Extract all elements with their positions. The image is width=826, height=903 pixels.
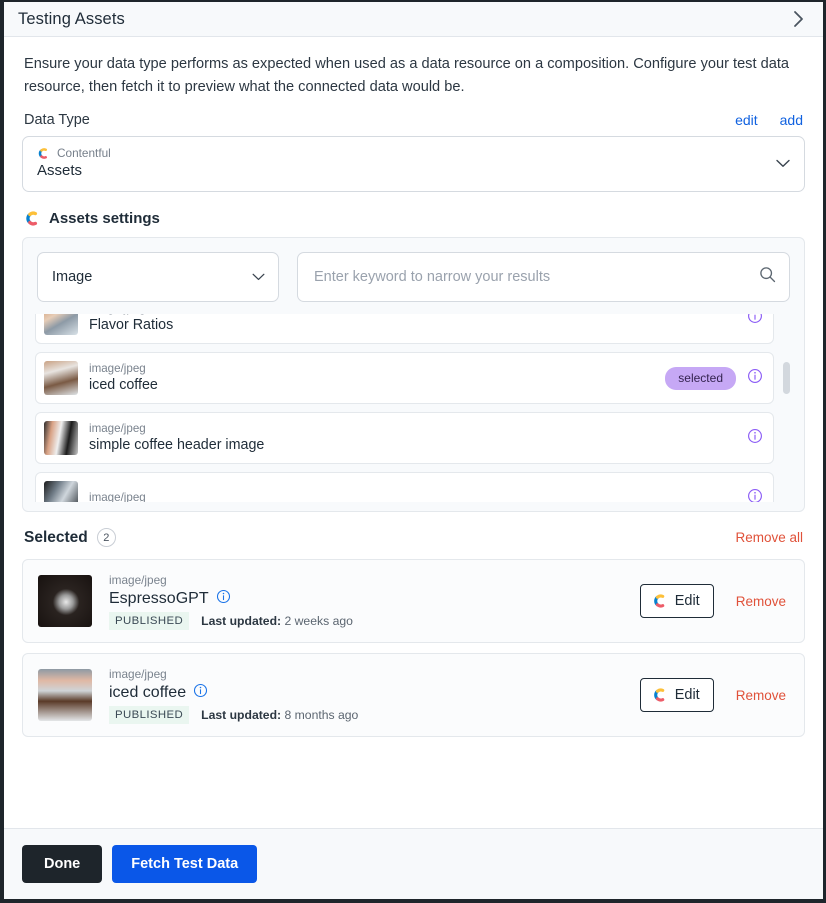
asset-results-list[interactable]: image/jpeg Flavor Ratios <box>35 314 792 503</box>
info-icon[interactable] <box>747 488 763 503</box>
testing-assets-panel: Testing Assets Ensure your data type per… <box>0 0 826 903</box>
chevron-down-icon <box>776 155 790 173</box>
selected-name-row: EspressoGPT <box>109 589 640 609</box>
last-updated-value: 2 weeks ago <box>284 613 353 628</box>
selected-name-row: iced coffee <box>109 683 640 703</box>
info-icon[interactable] <box>747 428 763 449</box>
list-item[interactable]: image/jpeg simple coffee header image <box>35 412 774 465</box>
selected-mime: image/jpeg <box>109 666 167 681</box>
selected-header: Selected 2 Remove all <box>24 528 803 548</box>
asset-name: iced coffee <box>89 377 158 394</box>
info-icon[interactable] <box>747 368 763 389</box>
panel-header: Testing Assets <box>4 2 823 37</box>
selected-count-badge: 2 <box>96 528 116 548</box>
contentful-logo-icon <box>652 687 668 703</box>
last-updated: Last updated: 2 weeks ago <box>201 614 353 628</box>
status-badge: PUBLISHED <box>109 611 190 630</box>
chevron-down-icon <box>252 269 265 285</box>
edit-button-label: Edit <box>674 593 700 610</box>
asset-search-wrap <box>297 252 790 303</box>
contentful-logo-icon <box>652 593 668 609</box>
asset-mime: image/jpeg <box>89 421 146 435</box>
selected-meta-row: PUBLISHED Last updated: 2 weeks ago <box>109 611 640 630</box>
edit-data-type-link[interactable]: edit <box>735 112 758 128</box>
edit-button[interactable]: Edit <box>639 678 714 713</box>
list-item[interactable]: image/jpeg <box>35 472 774 503</box>
assets-settings-card: Image Enter keyword to narrow your resul… <box>22 237 805 513</box>
selected-meta-row: PUBLISHED Last updated: 8 months ago <box>109 705 640 724</box>
data-type-vendor: Contentful <box>37 146 790 160</box>
asset-thumbnail <box>44 361 78 396</box>
data-type-select[interactable]: Contentful Assets <box>22 136 805 193</box>
chevron-right-icon[interactable] <box>787 8 809 30</box>
assets-settings-header: Assets settings <box>24 210 803 227</box>
done-button[interactable]: Done <box>22 845 103 883</box>
last-updated-label: Last updated: <box>201 707 282 722</box>
asset-thumbnail <box>44 314 78 336</box>
panel-body: Ensure your data type performs as expect… <box>4 37 823 828</box>
last-updated-value: 8 months ago <box>284 707 359 722</box>
asset-kind-value: Image <box>52 269 93 286</box>
asset-thumbnail <box>44 481 78 503</box>
last-updated-label: Last updated: <box>201 613 282 628</box>
asset-name: Flavor Ratios <box>89 317 174 334</box>
selected-item: image/jpeg iced coffee PUBLISHED Last up… <box>22 653 805 738</box>
list-item[interactable]: image/jpeg Flavor Ratios <box>35 314 774 345</box>
remove-all-link[interactable]: Remove all <box>735 530 803 545</box>
selected-name: iced coffee <box>109 683 187 701</box>
info-icon[interactable] <box>216 589 231 609</box>
data-type-vendor-label: Contentful <box>57 146 111 161</box>
info-icon[interactable] <box>747 314 763 329</box>
selected-item: image/jpeg EspressoGPT PUBLISHED Last up… <box>22 559 805 644</box>
selected-texts: image/jpeg EspressoGPT PUBLISHED Last up… <box>109 573 640 630</box>
selected-thumbnail <box>38 575 92 628</box>
intro-text: Ensure your data type performs as expect… <box>24 56 789 95</box>
assets-settings-title: Assets settings <box>49 210 160 228</box>
data-type-value: Assets <box>37 162 83 180</box>
data-type-actions: edit add <box>735 112 803 128</box>
list-item[interactable]: image/jpeg iced coffee selected <box>35 352 774 405</box>
selected-thumbnail <box>38 669 92 722</box>
last-updated: Last updated: 8 months ago <box>201 708 358 722</box>
asset-mime: image/jpeg <box>89 490 146 503</box>
asset-texts: image/jpeg Flavor Ratios <box>89 314 747 335</box>
asset-texts: image/jpeg iced coffee <box>89 362 665 395</box>
search-input[interactable] <box>297 252 790 303</box>
contentful-logo-icon <box>24 210 41 227</box>
data-type-label: Data Type <box>24 112 90 129</box>
selected-name: EspressoGPT <box>109 589 209 607</box>
asset-name: simple coffee header image <box>89 437 265 454</box>
contentful-logo-icon <box>37 147 50 160</box>
info-icon[interactable] <box>193 683 208 703</box>
selected-texts: image/jpeg iced coffee PUBLISHED Last up… <box>109 667 640 724</box>
asset-texts: image/jpeg <box>89 491 747 502</box>
asset-kind-select[interactable]: Image <box>37 252 279 303</box>
edit-button-label: Edit <box>674 687 700 704</box>
selected-title: Selected <box>24 528 88 546</box>
asset-mime: image/jpeg <box>89 361 146 375</box>
remove-link[interactable]: Remove <box>736 594 786 609</box>
add-data-type-link[interactable]: add <box>780 112 803 128</box>
data-type-row: Data Type edit add <box>22 98 805 134</box>
asset-results-inner: image/jpeg Flavor Ratios <box>35 314 774 503</box>
panel-footer: Done Fetch Test Data <box>4 828 823 899</box>
page-title: Testing Assets <box>18 9 125 28</box>
selected-left: Selected 2 <box>24 528 116 548</box>
edit-button[interactable]: Edit <box>639 584 714 619</box>
asset-texts: image/jpeg simple coffee header image <box>89 422 747 455</box>
selected-mime: image/jpeg <box>109 572 167 587</box>
status-badge: selected <box>665 366 736 390</box>
asset-thumbnail <box>44 421 78 456</box>
results-scrollbar[interactable] <box>783 362 790 395</box>
fetch-test-data-button[interactable]: Fetch Test Data <box>112 845 258 883</box>
assets-filter-row: Image <box>37 252 790 314</box>
status-badge: PUBLISHED <box>109 705 190 724</box>
remove-link[interactable]: Remove <box>736 688 786 703</box>
